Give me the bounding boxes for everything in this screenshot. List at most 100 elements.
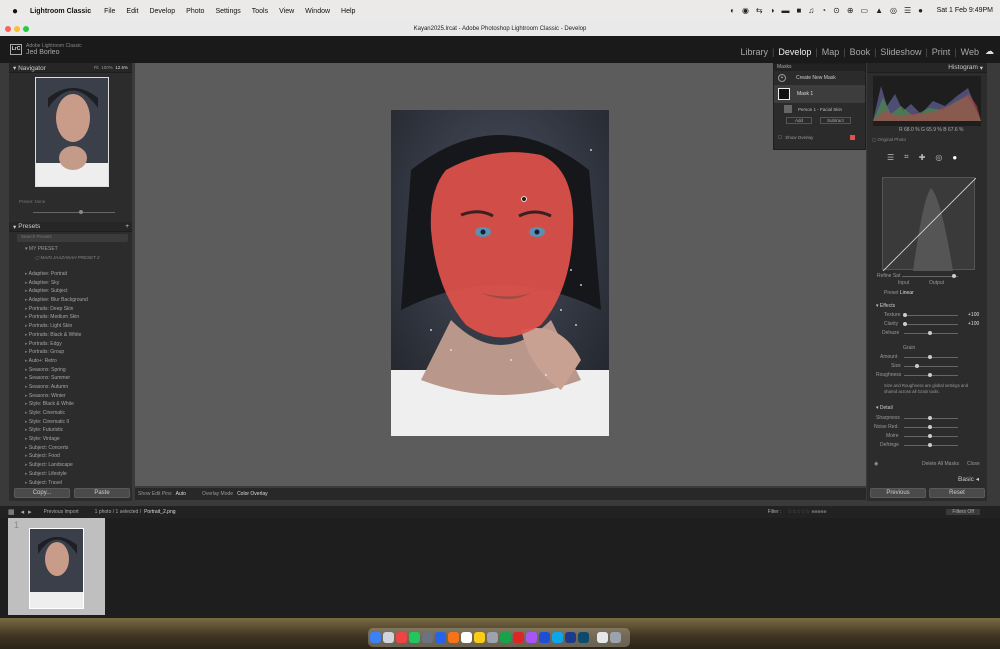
preset-item[interactable]: Adaptive: Subject bbox=[25, 288, 135, 297]
preset-group[interactable]: ▾ MY PRESET bbox=[25, 246, 58, 252]
previous-button[interactable]: Previous bbox=[870, 488, 926, 498]
preset-item[interactable]: Auto+: Retro bbox=[25, 358, 135, 367]
reset-button[interactable]: Reset bbox=[929, 488, 985, 498]
calendar-icon[interactable] bbox=[461, 632, 472, 643]
preset-item[interactable]: Seasons: Winter bbox=[25, 393, 135, 402]
word-icon[interactable] bbox=[539, 632, 550, 643]
app-icon[interactable] bbox=[409, 632, 420, 643]
filter-stars-icon[interactable]: ☆☆☆☆☆ ■■■■■ bbox=[788, 509, 827, 515]
zoom-fit[interactable]: Fit bbox=[94, 65, 99, 70]
overlay-mode-select[interactable]: Color Overlay bbox=[237, 491, 268, 497]
navigator-preview[interactable] bbox=[35, 77, 109, 187]
preset-item[interactable]: Style: Cinematic II bbox=[25, 419, 135, 428]
preset-item[interactable]: Adaptive: Blur Background bbox=[25, 297, 135, 306]
lightroom-icon[interactable] bbox=[565, 632, 576, 643]
close-masks-button[interactable]: Close bbox=[967, 461, 980, 467]
preset-item[interactable]: Style: Vintage bbox=[25, 436, 135, 445]
grain-amount-slider[interactable] bbox=[928, 355, 932, 359]
paste-button[interactable]: Paste bbox=[74, 488, 130, 498]
filmstrip-thumbnail[interactable] bbox=[29, 528, 84, 609]
notes-icon[interactable] bbox=[474, 632, 485, 643]
module-web[interactable]: Web bbox=[961, 47, 979, 57]
menu-settings[interactable]: Settings bbox=[215, 8, 240, 15]
preset-item[interactable]: Portraits: Edgy bbox=[25, 341, 135, 350]
presets-header[interactable]: ▾ Presets + bbox=[9, 222, 132, 232]
copy-button[interactable]: Copy... bbox=[14, 488, 70, 498]
delete-all-masks-button[interactable]: Delete All Masks bbox=[922, 461, 959, 467]
defringe-slider[interactable] bbox=[928, 443, 932, 447]
preset-item[interactable]: Adaptive: Portrait bbox=[25, 271, 135, 280]
preset-item[interactable]: Subject: Food bbox=[25, 453, 135, 462]
curve-preset[interactable]: Preset Linear bbox=[884, 290, 914, 296]
person-facial-skin-row[interactable]: Person 1 - Facial Skin bbox=[774, 103, 865, 115]
grid-view-icon[interactable]: ▦ bbox=[8, 508, 15, 516]
cloud-icon[interactable]: ☁ bbox=[985, 46, 994, 57]
preset-item[interactable]: Portraits: Black & White bbox=[25, 332, 135, 341]
module-library[interactable]: Library bbox=[740, 47, 768, 57]
menu-view[interactable]: View bbox=[279, 8, 294, 15]
overlay-color-swatch[interactable] bbox=[850, 134, 855, 140]
excel-icon[interactable] bbox=[500, 632, 511, 643]
forward-arrow-icon[interactable]: ▸ bbox=[28, 508, 32, 516]
preset-item[interactable]: Style: Cinematic bbox=[25, 410, 135, 419]
moire-slider[interactable] bbox=[928, 434, 932, 438]
grain-size-slider[interactable] bbox=[915, 364, 919, 368]
crop-icon[interactable]: ⌗ bbox=[904, 152, 909, 162]
detail-header[interactable]: ▾ Detail bbox=[876, 405, 893, 411]
menu-edit[interactable]: Edit bbox=[126, 8, 138, 15]
preset-item[interactable]: Portraits: Light Skin bbox=[25, 323, 135, 332]
preset-search[interactable]: Search Presets bbox=[17, 234, 128, 242]
preset-item[interactable]: Subject: Lifestyle bbox=[25, 471, 135, 480]
texture-slider[interactable] bbox=[903, 313, 907, 317]
zoom-12[interactable]: 12.5% bbox=[115, 65, 128, 70]
histogram[interactable] bbox=[873, 76, 981, 126]
trash-icon[interactable] bbox=[610, 632, 621, 643]
apple-icon[interactable]: ● bbox=[12, 6, 18, 17]
menu-window[interactable]: Window bbox=[305, 8, 330, 15]
redeye-icon[interactable]: ◎ bbox=[935, 153, 942, 162]
basic-header[interactable]: Basic ◂ bbox=[958, 475, 979, 483]
edit-sliders-icon[interactable]: ☰ bbox=[887, 153, 894, 162]
menu-file[interactable]: File bbox=[104, 8, 115, 15]
tone-curve[interactable] bbox=[882, 177, 977, 272]
preset-item[interactable]: Portraits: Medium Skin bbox=[25, 314, 135, 323]
main-photo[interactable] bbox=[391, 110, 609, 436]
app-icon[interactable] bbox=[396, 632, 407, 643]
back-arrow-icon[interactable]: ◂ bbox=[21, 508, 25, 516]
heal-icon[interactable]: ✚ bbox=[919, 153, 926, 162]
preset-item[interactable]: Seasons: Summer bbox=[25, 375, 135, 384]
finder-icon[interactable] bbox=[370, 632, 381, 643]
grain-roughness-slider[interactable] bbox=[928, 373, 932, 377]
zoom-100[interactable]: 100% bbox=[101, 65, 113, 70]
subtract-mask-button[interactable]: Subtract bbox=[820, 116, 851, 124]
noise-slider[interactable] bbox=[928, 425, 932, 429]
histogram-header[interactable]: Histogram ▾ bbox=[867, 63, 987, 73]
preset-item[interactable]: Seasons: Spring bbox=[25, 367, 135, 376]
app-icon[interactable] bbox=[422, 632, 433, 643]
menu-photo[interactable]: Photo bbox=[186, 8, 204, 15]
status-icons[interactable]: ◐◉⇆◑▬■♫◔⊙⊕▭▲◎☰● bbox=[730, 6, 930, 15]
menu-develop[interactable]: Develop bbox=[149, 8, 175, 15]
close-window-button[interactable] bbox=[5, 26, 11, 32]
module-book[interactable]: Book bbox=[850, 47, 871, 57]
menu-tools[interactable]: Tools bbox=[252, 8, 268, 15]
mask-1-row[interactable]: Mask 1 bbox=[774, 85, 865, 103]
custom-preset[interactable]: ▢ MAIN JAAZANAH PRESET 2 bbox=[35, 255, 100, 261]
preset-item[interactable]: Subject: Concerts bbox=[25, 445, 135, 454]
preset-item[interactable]: Portraits: Deep Skin bbox=[25, 306, 135, 315]
settings-icon[interactable] bbox=[487, 632, 498, 643]
preset-item[interactable]: Style: Futuristic bbox=[25, 427, 135, 436]
module-map[interactable]: Map bbox=[822, 47, 840, 57]
masks-title[interactable]: Masks bbox=[774, 64, 865, 71]
clock[interactable]: Sat 1 Feb 9:49PM bbox=[937, 7, 993, 14]
preset-item[interactable]: Adaptive: Sky bbox=[25, 280, 135, 289]
show-overlay-toggle[interactable]: ▢ Show Overlay bbox=[774, 131, 865, 143]
module-develop[interactable]: Develop bbox=[778, 47, 811, 57]
app-icon[interactable] bbox=[513, 632, 524, 643]
zoom-window-button[interactable] bbox=[23, 26, 29, 32]
app-icon[interactable] bbox=[526, 632, 537, 643]
module-slideshow[interactable]: Slideshow bbox=[880, 47, 921, 57]
preset-item[interactable]: Portraits: Group bbox=[25, 349, 135, 358]
add-preset-icon[interactable]: + bbox=[125, 223, 129, 230]
app-icon[interactable] bbox=[552, 632, 563, 643]
